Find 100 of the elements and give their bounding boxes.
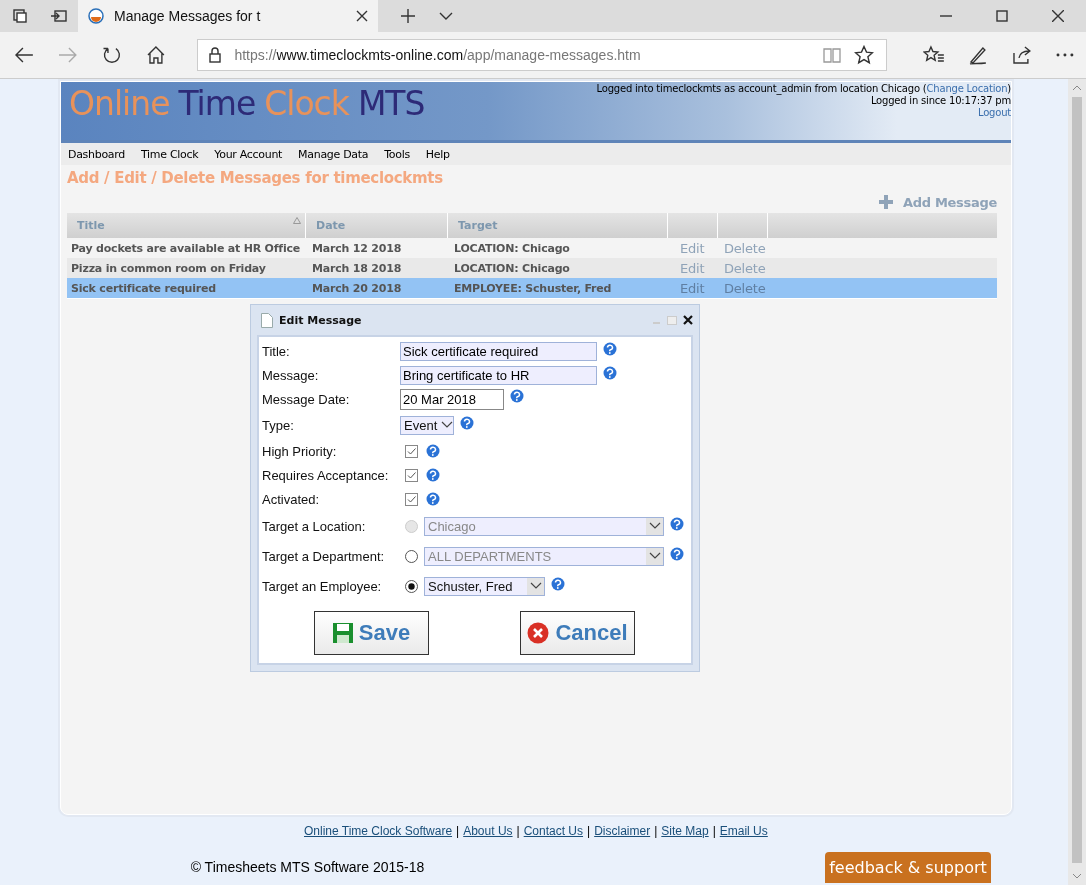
table-cell-text: March 12 2018 [311,241,403,255]
separator-text: | [587,824,591,838]
help-icon[interactable] [603,341,617,356]
close-icon[interactable] [356,10,368,22]
page-heading: Add / Edit / Delete Messages for timeclockmts [67,169,444,187]
maximize-icon[interactable] [996,10,1008,22]
browser-tab[interactable]: Manage Messages for t [78,0,378,32]
help-icon[interactable] [603,365,617,380]
scroll-up-icon[interactable] [1072,85,1082,91]
session-text: Logged into timeclockmts as account_admin from location Chicago (Change Location) [596,83,1011,95]
logout-link[interactable]: Logout [977,107,1011,119]
table-cell-text: Sick certificate required [70,281,217,295]
help-icon[interactable] [670,546,684,561]
scrollbar[interactable] [1068,79,1086,885]
footer-link[interactable]: Disclaimer [594,824,651,838]
menu-item[interactable]: Dashboard [68,147,125,161]
back-tab-icon[interactable] [50,8,68,24]
target-dropdown[interactable]: Schuster, Fred [424,576,545,596]
help-icon[interactable] [551,576,565,591]
feedback-button[interactable]: feedback & support [825,852,991,883]
text-field[interactable]: Sick certificate required [400,341,597,361]
field-label: Target a Location: [262,518,367,534]
lock-icon [208,47,223,63]
field-label: Requires Acceptance: [262,467,390,483]
menu-item[interactable]: Manage Data [298,147,369,161]
footer-link[interactable]: Email Us [719,824,768,838]
caret-icon [529,582,542,590]
close-icon[interactable] [683,315,693,325]
menu-item[interactable]: Tools [384,147,410,161]
menu-item[interactable]: Help [425,147,450,161]
dialog-title: Edit Message [279,313,362,327]
scrollbar-thumb[interactable] [1072,97,1082,863]
favorites-icon[interactable] [922,45,945,65]
refresh-icon[interactable] [101,45,122,65]
separator-text: | [712,824,716,838]
scroll-down-icon[interactable] [1072,873,1082,879]
radio-button[interactable] [405,579,418,593]
forward-icon [57,46,78,64]
pen-icon[interactable] [968,45,989,65]
star-icon[interactable] [853,45,874,65]
field-label: Message Date: [262,391,351,407]
field-label: Message: [262,367,320,383]
new-tab-icon[interactable] [400,8,416,24]
more-icon[interactable] [1056,53,1075,57]
footer-link[interactable]: Contact Us [523,824,584,838]
close-icon[interactable] [1052,10,1064,22]
copyright-text: © Timesheets MTS Software 2015-18 [189,859,426,877]
help-icon[interactable] [426,492,440,506]
help-icon[interactable] [426,468,440,482]
logo-text: Online Time Clock MTS [68,83,426,125]
plus-icon [878,195,893,209]
table-cell-text: LOCATION: Chicago [453,241,571,255]
field-label: Target an Employee: [262,578,383,594]
tabs-icon[interactable] [12,8,28,24]
field-label: Type: [262,417,295,433]
field-label: High Priority: [262,443,338,459]
text-field[interactable]: Bring certificate to HR [400,365,597,385]
menu-item[interactable]: Time Clock [141,147,199,161]
reading-view-icon[interactable] [821,47,842,63]
table-cell-text: March 20 2018 [311,281,403,295]
table-cell-text: March 18 2018 [311,261,403,275]
site-logo-icon [88,8,104,24]
save-button[interactable]: Save [314,611,429,655]
home-icon[interactable] [145,45,166,65]
checkbox[interactable] [405,468,418,482]
share-icon[interactable] [1012,45,1033,65]
document-icon [261,312,273,328]
login-time-text: Logged in since 10:17:37 pm [870,95,1011,107]
cancel-button[interactable]: Cancel [520,611,635,655]
type-dropdown[interactable]: Event [400,415,455,435]
url-text: https://www.timeclockmts-online.com/app/manage-messages.htm [234,47,641,63]
help-icon[interactable] [426,444,440,458]
field-label: Activated: [262,491,321,507]
footer-link[interactable]: Online Time Clock Software [304,824,453,838]
cancel-icon [527,622,550,644]
radio-button[interactable] [405,549,418,563]
caret-icon [648,522,661,530]
footer-link[interactable]: Site Map [661,824,709,838]
menu-item[interactable]: Your Account [214,147,283,161]
separator-text: | [456,824,460,838]
table-cell-text: Pay dockets are available at HR Office [70,241,302,255]
caret-icon [441,421,454,429]
table-cell-text: EMPLOYEE: Schuster, Fred [453,281,613,295]
change-location-link[interactable]: Change Location [926,83,1008,94]
help-icon[interactable] [460,415,475,430]
table-cell-text: LOCATION: Chicago [453,261,571,275]
footer-link[interactable]: About Us [463,824,513,838]
tab-title: Manage Messages for t [114,8,262,24]
field-label: Target a Department: [262,548,386,564]
address-field[interactable]: https://www.timeclockmts-online.com/app/manage-messages.htm [197,39,887,71]
checkbox[interactable] [405,444,418,458]
separator-text: | [516,824,520,838]
help-icon[interactable] [670,516,684,531]
date-field[interactable]: 20 Mar 2018 [400,388,504,410]
table-cell-text: Pizza in common room on Friday [70,261,267,275]
help-icon[interactable] [510,388,524,403]
field-label: Title: [262,343,291,359]
separator-text: | [654,824,658,838]
back-icon[interactable] [14,46,34,64]
checkbox[interactable] [405,492,418,506]
